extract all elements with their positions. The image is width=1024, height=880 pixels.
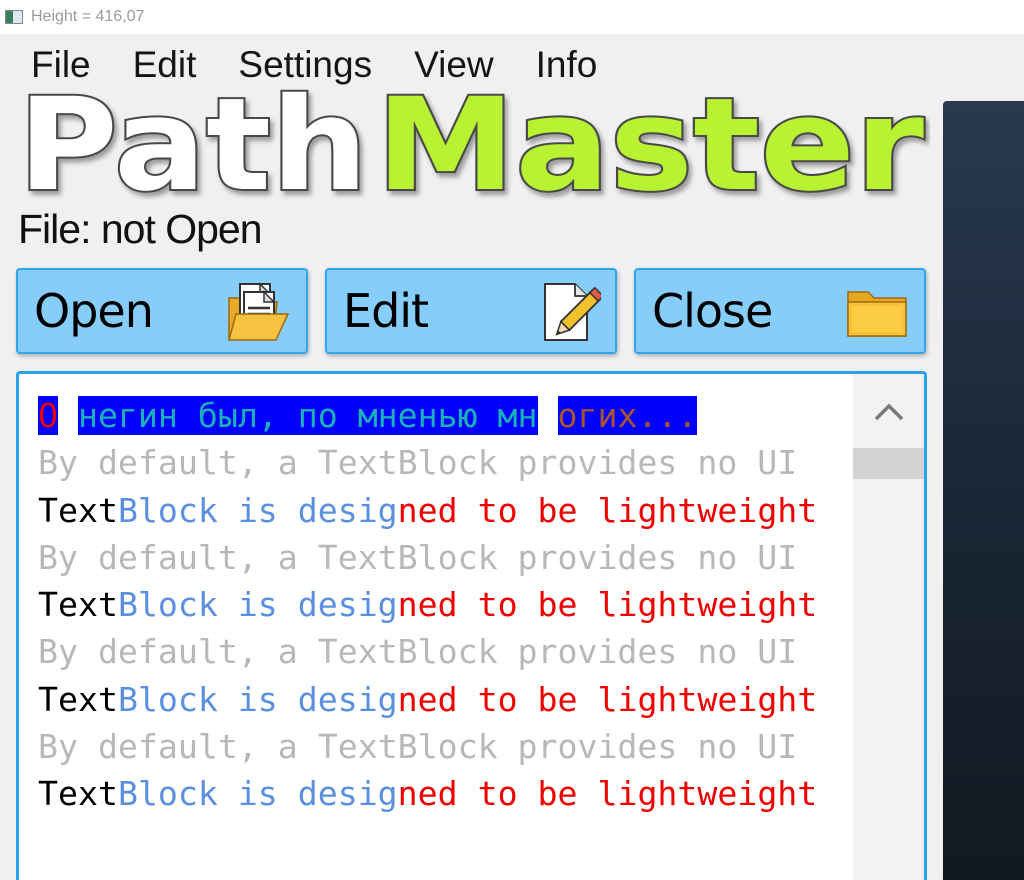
- text-seg-red: ned to be lightweight: [397, 585, 818, 625]
- close-button[interactable]: Close: [634, 268, 926, 354]
- text-seg-black: Text: [38, 774, 118, 814]
- text-seg-blue: Block is desig: [117, 490, 398, 530]
- menu-edit[interactable]: Edit: [120, 40, 197, 90]
- app-window: Height = 416,07 File Edit Settings View …: [0, 0, 1024, 880]
- text-seg-blue: Block is desig: [117, 585, 398, 625]
- menu-bar: File Edit Settings View Info: [18, 40, 626, 90]
- text-line-1: О негин был, по мненью мн огих...: [38, 392, 853, 439]
- open-file-icon: [228, 282, 290, 341]
- logo-text-path: Path: [18, 88, 368, 200]
- text-block-viewer[interactable]: О негин был, по мненью мн огих... By def…: [16, 371, 927, 880]
- text-line-gray: By default, a TextBlock provides no UI: [38, 727, 798, 767]
- file-status: File: not Open: [18, 206, 263, 252]
- highlight-teal-text: негин был, по мненью мн: [77, 396, 538, 435]
- text-seg-red: ned to be lightweight: [397, 774, 818, 814]
- folder-icon: [847, 291, 907, 337]
- text-seg-red: ned to be lightweight: [397, 679, 818, 719]
- close-button-label: Close: [652, 284, 773, 338]
- window-title: Height = 416,07: [31, 8, 145, 25]
- edit-button[interactable]: Edit: [325, 268, 617, 354]
- text-line-gray: By default, a TextBlock provides no UI: [38, 632, 798, 672]
- title-bar[interactable]: Height = 416,07: [0, 0, 1024, 34]
- open-button[interactable]: Open: [16, 268, 308, 354]
- app-icon: [5, 10, 23, 24]
- menu-settings[interactable]: Settings: [225, 40, 372, 90]
- scroll-up-button[interactable]: [853, 374, 924, 448]
- dark-side-panel: [943, 101, 1024, 880]
- text-line-colored: TextBlock is designed to be lightweight: [38, 676, 853, 723]
- text-seg-black: Text: [38, 490, 118, 530]
- text-line-colored: TextBlock is designed to be lightweight: [38, 581, 853, 628]
- menu-file[interactable]: File: [18, 40, 91, 90]
- text-seg-red: ned to be lightweight: [397, 490, 818, 530]
- scroll-thumb[interactable]: [853, 448, 924, 479]
- edit-document-icon: [544, 283, 601, 341]
- logo-text-master: Master: [376, 88, 924, 200]
- menu-view[interactable]: View: [401, 40, 494, 90]
- text-seg-black: Text: [38, 585, 118, 625]
- text-seg-blue: Block is desig: [117, 774, 398, 814]
- menu-info[interactable]: Info: [523, 40, 598, 90]
- text-line-colored: TextBlock is designed to be lightweight: [38, 770, 853, 817]
- text-line-colored: TextBlock is designed to be lightweight: [38, 487, 853, 534]
- text-line-gray: By default, a TextBlock provides no UI: [38, 443, 798, 483]
- text-line-gray: By default, a TextBlock provides no UI: [38, 537, 798, 577]
- chevron-up-icon: [874, 403, 904, 421]
- text-seg-black: Text: [38, 679, 118, 719]
- edit-button-label: Edit: [343, 284, 429, 338]
- text-seg-blue: Block is desig: [117, 679, 398, 719]
- text-lines: О негин был, по мненью мн огих... By def…: [38, 392, 853, 818]
- highlight-red-text: О: [38, 396, 58, 435]
- vertical-scrollbar[interactable]: [853, 374, 924, 880]
- app-logo: Path Master: [16, 88, 926, 200]
- open-button-label: Open: [34, 284, 154, 338]
- highlight-brown-text: огих...: [557, 396, 698, 435]
